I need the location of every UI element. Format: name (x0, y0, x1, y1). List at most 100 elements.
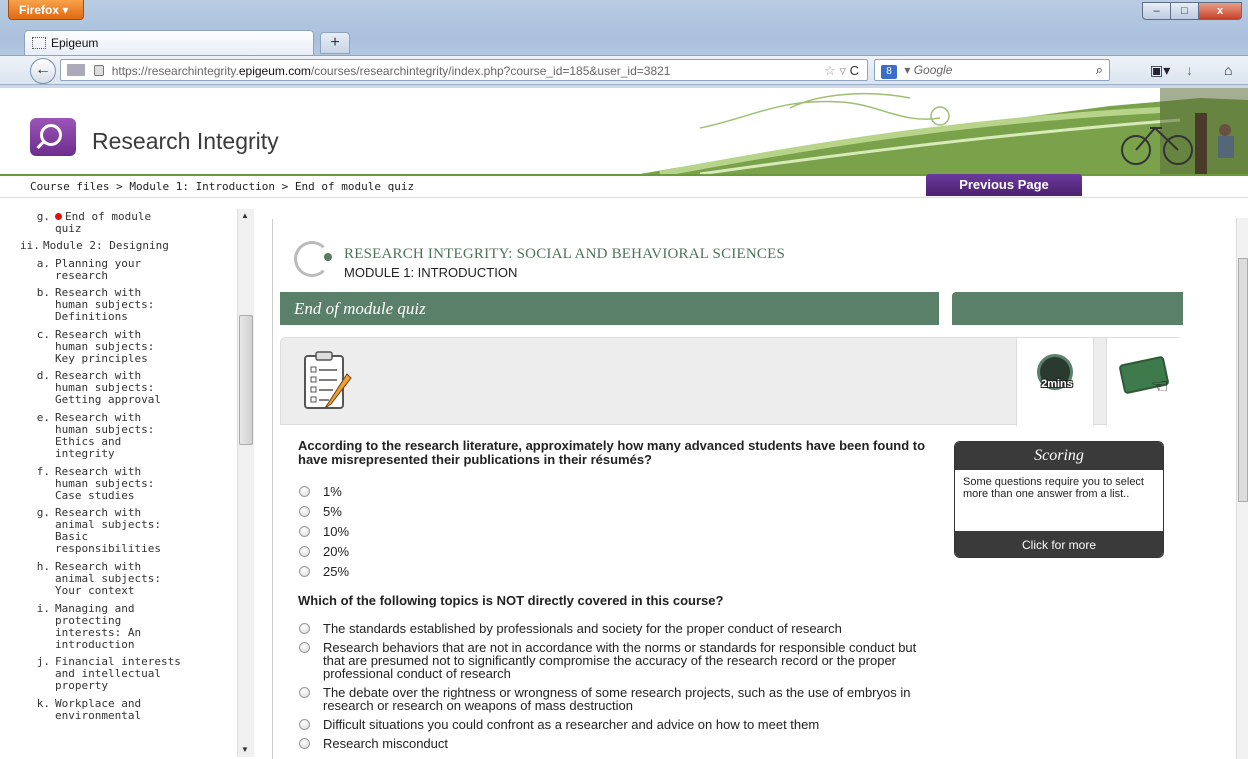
search-engine-icon[interactable]: 8 (881, 65, 897, 79)
radio-button[interactable] (299, 526, 310, 537)
question-text: Which of the following topics is NOT dir… (298, 593, 724, 608)
url-actions: ☆ ▿ C (824, 63, 859, 79)
sidebar-item-label: Research with human subjects: Definitions (55, 287, 154, 323)
divider (272, 219, 273, 759)
radio-button[interactable] (299, 546, 310, 557)
close-button[interactable]: x (1198, 2, 1242, 20)
identity-icon[interactable] (67, 64, 85, 76)
answer-label: Research misconduct (323, 736, 448, 751)
sidebar-item-line: Definitions (55, 310, 128, 323)
sidebar-item-label: Research with human subjects: Getting appr… (55, 370, 161, 406)
answer-label: The standards established by professiona… (323, 621, 842, 636)
answer-option[interactable]: 10% (298, 525, 938, 538)
answer-option[interactable]: The debate over the rightness or wrongne… (298, 686, 938, 712)
site-title: Research Integrity (92, 128, 279, 154)
answer-option[interactable]: Difficult situations you could confront … (298, 718, 938, 731)
header-illustration (640, 88, 1248, 174)
radio-button[interactable] (299, 642, 310, 653)
sidebar-item-number: f. (36, 464, 50, 478)
home-icon[interactable]: ⌂ (1224, 62, 1232, 78)
sidebar-item-line: Getting approval (55, 393, 161, 407)
answer-option[interactable]: 25% (298, 565, 938, 578)
radio-button[interactable] (299, 719, 310, 730)
downloads-icon[interactable]: ↓ (1186, 62, 1193, 78)
sidebar-item-label: Managing and protecting interests: An intro… (55, 602, 141, 651)
page-scrollbar[interactable] (1236, 218, 1248, 759)
bookmark-star-icon[interactable]: ☆ (824, 63, 836, 78)
answer-option[interactable]: 20% (298, 545, 938, 558)
minimize-button[interactable]: – (1142, 2, 1171, 20)
sidebar-item-number: i. (36, 601, 50, 615)
tab-strip: Epigeum + (0, 30, 1248, 55)
sidebar-item-line: Case studies (55, 488, 135, 502)
sidebar-item-label: Research with animal subjects: Basic respon… (55, 507, 161, 555)
page-icon (32, 37, 46, 49)
sidebar-item-label: Research with human subjects: Key principl… (55, 328, 154, 365)
bookmarks-icon[interactable]: ▣▾ (1150, 62, 1170, 79)
radio-button[interactable] (299, 738, 310, 749)
scroll-up-icon[interactable]: ▲ (241, 211, 249, 220)
course-navigation-sidebar: g. End of module quiz ii. Module 2: Designin… (0, 199, 258, 759)
answer-label: The debate over the rightness or wrongne… (323, 685, 911, 713)
timer-tab[interactable]: 2mins (1016, 338, 1094, 426)
radio-button[interactable] (299, 623, 310, 634)
maximize-button[interactable]: □ (1170, 2, 1199, 20)
answer-option[interactable]: 1% (298, 485, 938, 498)
back-button[interactable]: ← (30, 58, 56, 84)
search-icon[interactable]: ⌕ (1096, 62, 1103, 78)
answer-option[interactable]: The standards established by professiona… (298, 622, 938, 635)
url-bar[interactable]: https://researchintegrity.epigeum.com/co… (60, 59, 868, 81)
scoring-box: Scoring Some questions require you to se… (954, 441, 1164, 558)
course-logo-dot (324, 253, 332, 261)
sidebar-item-label: Planning your research (55, 257, 141, 282)
course-title: RESEARCH INTEGRITY: SOCIAL AND BEHAVIORA… (344, 246, 786, 262)
reload-icon[interactable]: C (850, 63, 859, 78)
search-dropdown-icon[interactable]: ▾ (904, 63, 913, 77)
tools-panel: 2mins ☜ (280, 337, 1184, 426)
sidebar-item-number: g. (36, 506, 50, 520)
sidebar-item-line: quiz (55, 222, 82, 235)
answer-label: 25% (323, 564, 350, 579)
radio-button[interactable] (299, 687, 310, 698)
site-header: Research Integrity (0, 88, 1248, 174)
answer-label: 5% (323, 504, 342, 519)
window-controls: – □ x (1142, 2, 1242, 20)
answer-label: Difficult situations you could confront … (323, 717, 820, 732)
answer-label: 1% (323, 484, 342, 499)
new-tab-button[interactable]: + (320, 32, 350, 54)
scrollbar-thumb[interactable] (239, 315, 253, 445)
title-bar: Firefox ▾ – □ x (0, 0, 1248, 30)
scrollbar-thumb[interactable] (1238, 258, 1248, 502)
scroll-down-icon[interactable]: ▼ (241, 745, 249, 754)
radio-button[interactable] (299, 486, 310, 497)
answer-option[interactable]: 5% (298, 505, 938, 518)
answer-option[interactable]: Research misconduct (298, 737, 938, 750)
dropdown-icon[interactable]: ▿ (839, 63, 846, 78)
breadcrumb[interactable]: Course files > Module 1: Introduction > … (30, 180, 414, 193)
radio-button[interactable] (299, 506, 310, 517)
radio-button[interactable] (299, 566, 310, 577)
answer-option[interactable]: Research behaviors that are not in accor… (298, 641, 938, 680)
clipboard-icon (304, 351, 352, 409)
answer-label: 10% (323, 524, 350, 539)
sidebar-item-label: Research with human subjects: Ethics and in… (55, 411, 154, 460)
question-2: Which of the following topics is NOT dir… (298, 593, 938, 751)
url-domain: epigeum.com (238, 64, 311, 78)
previous-page-button[interactable]: Previous Page (926, 174, 1082, 196)
main-content: RESEARCH INTEGRITY: SOCIAL AND BEHAVIORA… (258, 199, 1236, 759)
answer-label: Research behaviors that are not in accor… (323, 640, 917, 681)
click-for-more-button[interactable]: Click for more (955, 531, 1163, 557)
sidebar-item-label: Research with animal subjects: Your contex… (55, 561, 161, 597)
search-bar[interactable]: 8 ▾ Google ⌕ (874, 59, 1110, 81)
sidebar-item-number: d. (36, 369, 50, 383)
tab-epigeum[interactable]: Epigeum (24, 30, 314, 55)
question-1: According to the research literature, ap… (298, 439, 938, 579)
sidebar-item-number: h. (36, 560, 50, 573)
calculator-tab[interactable]: ☜ (1106, 338, 1184, 426)
sidebar-item-number: b. (36, 286, 50, 299)
firefox-menu-button[interactable]: Firefox ▾ (8, 0, 84, 20)
sidebar-scrollbar[interactable]: ▲ ▼ (237, 209, 254, 757)
tab-title: Epigeum (51, 36, 99, 50)
sidebar-item-line: environmental (55, 709, 142, 722)
sidebar-item-number: a. (36, 256, 50, 270)
